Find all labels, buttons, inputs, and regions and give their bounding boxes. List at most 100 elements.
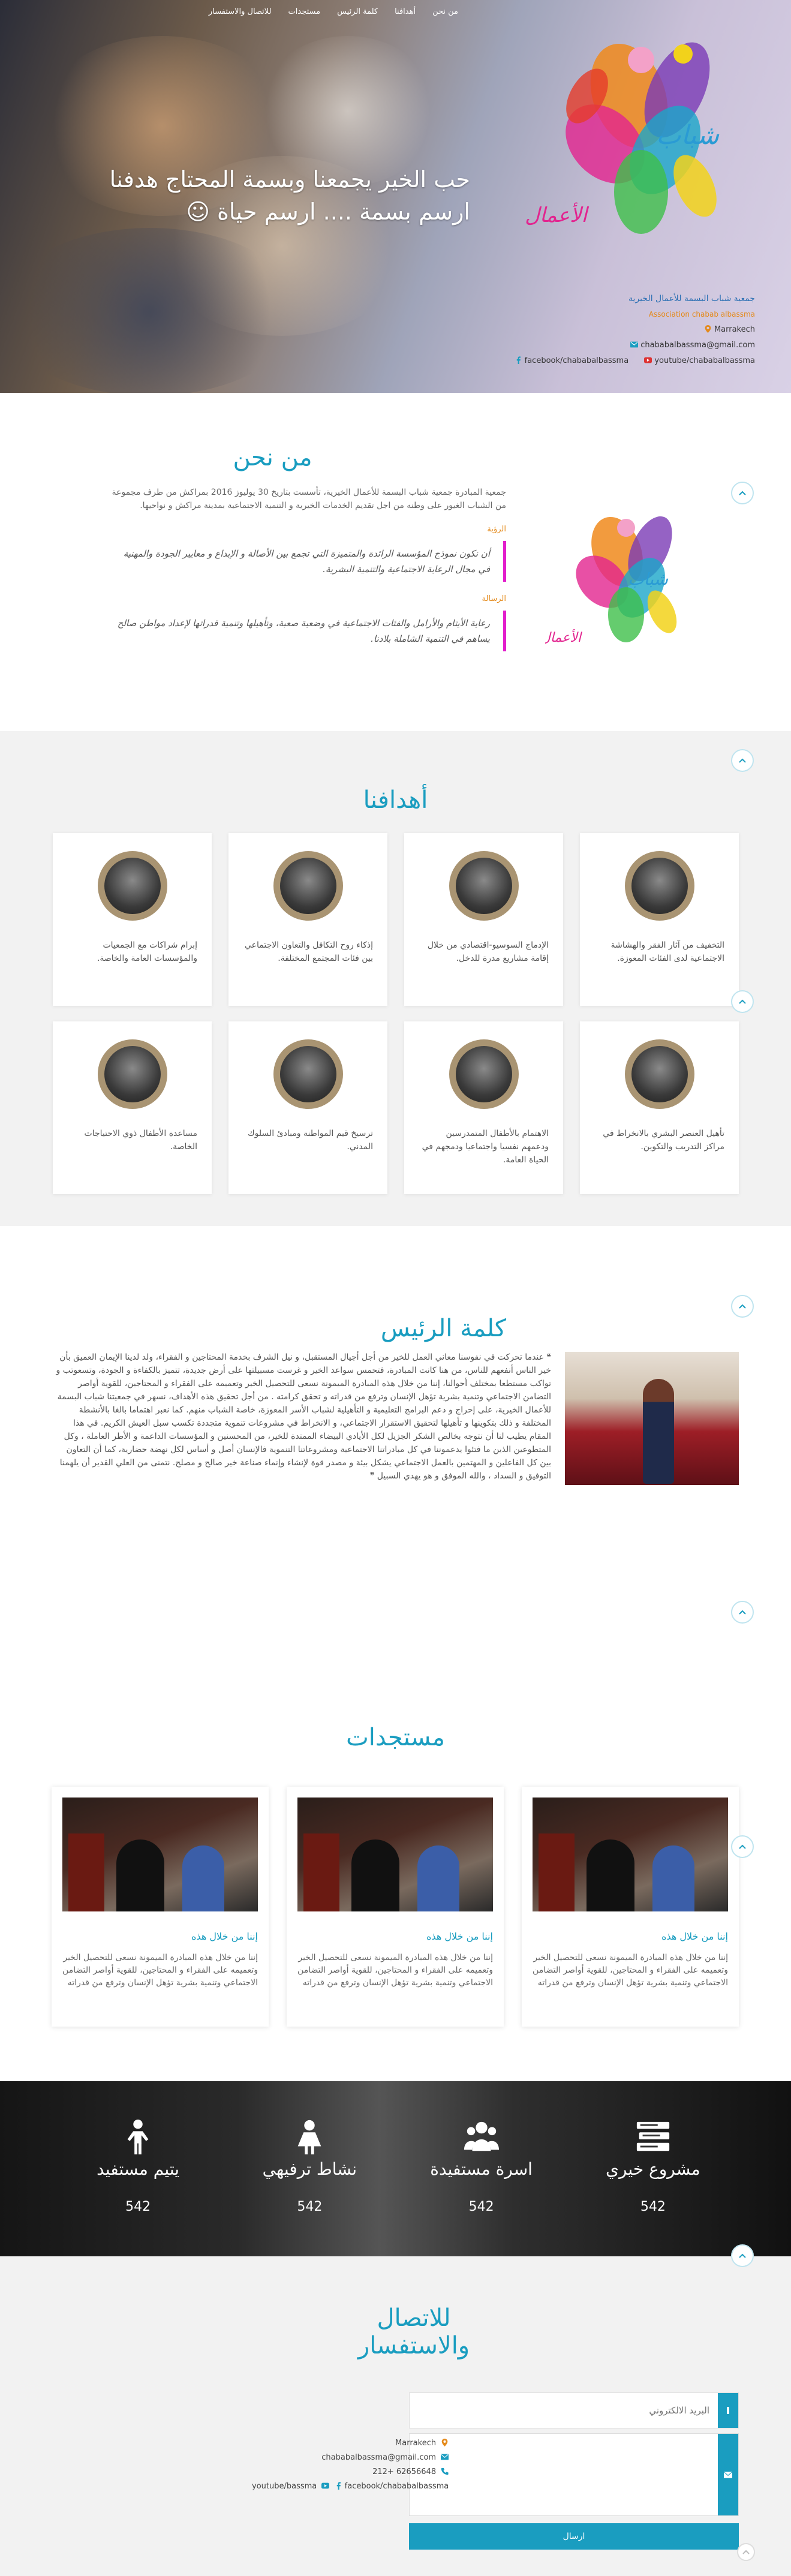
scroll-up-button[interactable] [731,749,754,772]
nav-item-goals[interactable]: أهدافنا [395,7,416,16]
stat-value: 542 [468,2199,494,2214]
scroll-up-button[interactable] [731,990,754,1013]
city-row: Marrakech [512,322,755,338]
scroll-up-button[interactable] [737,2543,755,2561]
about-intro: جمعية المبادرة جمعية شباب البسمة للأعمال… [112,488,506,510]
contact-youtube-link[interactable]: youtube/bassma [252,2482,317,2491]
goal-card: التخفيف من آثار الفقر والهشاشة الاجتماعي… [580,833,739,1006]
news-section: مستجدات إننا من خلال هذه إننا من خلال هذ… [0,1658,791,2081]
youtube-link[interactable]: youtube/chababalbassma [654,356,755,365]
goal-card: إذكاء روح التكافل والتعاون الاجتماعي بين… [228,833,387,1006]
chevron-up-icon [739,758,746,763]
send-button[interactable]: ارسال [409,2523,739,2550]
envelope-icon [630,341,639,348]
youtube-row: youtube/chababalbassma [642,353,755,369]
message-field-wrap [409,2433,739,2516]
about-content: جمعية المبادرة جمعية شباب البسمة للأعمال… [110,486,506,651]
chevron-up-icon [742,2550,750,2554]
president-section: كلمة الرئيس ❝ عندما تحركت في نفوسنا معان… [0,1226,791,1658]
association-logo: شباب الأعمال الخيرية [521,42,720,234]
nav-item-about[interactable]: من نحن [432,7,458,16]
chevron-up-icon [739,1304,746,1309]
stat-item: يتيم مستفيد 542 [52,2118,224,2214]
contact-email-row: chababalbassma@gmail.com [252,2451,449,2465]
svg-text:شباب: شباب [656,120,720,151]
president-photo [565,1352,739,1485]
goal-photo [624,851,694,921]
news-card[interactable]: إننا من خلال هذه إننا من خلال هذه المباد… [287,1787,504,2027]
facebook-link[interactable]: facebook/chababalbassma [525,356,629,365]
news-photo [297,1798,493,1911]
contact-phone: 212+ 62656648 [372,2467,437,2476]
goal-text: التخفيف من آثار الفقر والهشاشة الاجتماعي… [610,940,724,963]
mission-label: الرسالة [482,594,506,603]
hero-banner: من نحن أهدافنا كلمة الرئيس مستجدات للاتص… [0,0,791,393]
contact-city: Marrakech [395,2439,437,2448]
association-logo-small: شباب الأعمال الخيرية [545,516,677,645]
email-link[interactable]: chababalbassma@gmail.com [640,341,755,350]
phone-icon [441,2467,449,2475]
scroll-up-button[interactable] [731,1601,754,1624]
email-field[interactable] [410,2393,718,2428]
scroll-up-button[interactable] [731,482,754,504]
news-grid: إننا من خلال هذه إننا من خلال هذه المباد… [52,1787,739,2027]
goal-card: مساعدة الأطفال ذوي الاحتياجات الخاصة. [53,1021,212,1194]
goals-section: أهدافنا التخفيف من آثار الفقر والهشاشة ا… [0,731,791,1226]
news-photo [533,1798,728,1911]
nav-item-news[interactable]: مستجدات [288,7,321,16]
scroll-up-button[interactable] [731,2244,754,2267]
about-section: من نحن جمعية المبادرة جمعية شباب البسمة … [0,393,791,731]
nav-item-president[interactable]: كلمة الرئيس [337,7,378,16]
news-card-title[interactable]: إننا من خلال هذه [533,1931,728,1942]
goal-text: إبرام شراكات مع الجمعيات والمؤسسات العام… [97,940,197,963]
contact-social-row: youtube/bassma facebook/chababalbassma [252,2479,449,2494]
news-card[interactable]: إننا من خلال هذه إننا من خلال هذه المباد… [522,1787,739,2027]
family-icon [464,2121,499,2151]
news-card-title[interactable]: إننا من خلال هذه [62,1931,258,1942]
president-message: ❝ عندما تحركت في نفوسنا معاني العمل للخي… [56,1352,551,1481]
goal-text: الاهتمام بالأطفال المتمدرسين ودعمهم نفسي… [422,1129,549,1165]
chevron-up-icon [739,1610,746,1615]
child-icon [127,2119,149,2155]
stat-item: مشروع خيري 542 [567,2118,739,2214]
stat-label: اسرة مستفيدة [430,2159,533,2179]
contact-facebook-link[interactable]: facebook/chababalbassma [345,2482,449,2491]
goal-photo [273,1039,343,1109]
city-text: Marrakech [714,325,755,334]
info-icon [727,2407,729,2414]
stat-item: اسرة مستفيدة 542 [396,2118,567,2214]
stat-label: مشروع خيري [606,2159,700,2179]
news-title: مستجدات [346,1724,445,1751]
contact-email-link[interactable]: chababalbassma@gmail.com [321,2453,436,2462]
stats-grid: مشروع خيري 542 اسرة مستفيدة 542 نشاط ترف… [52,2118,739,2214]
news-card-text: إننا من خلال هذه المبادرة الميمونة نسعى … [533,1953,728,1988]
goal-text: مساعدة الأطفال ذوي الاحتياجات الخاصة. [84,1129,197,1152]
president-title: كلمة الرئيس [380,1315,506,1342]
scroll-up-button[interactable] [731,1835,754,1858]
facebook-icon[interactable] [335,2482,342,2490]
goals-grid: التخفيف من آثار الفقر والهشاشة الاجتماعي… [52,833,739,1194]
nav-item-contact[interactable]: للاتصال والاستفسار [209,7,272,16]
stat-item: نشاط ترفيهي 542 [224,2118,395,2214]
contact-city-row: Marrakech [252,2436,449,2451]
scroll-up-button[interactable] [731,1295,754,1318]
stat-value: 542 [125,2199,151,2214]
social-row: youtube/chababalbassma facebook/chababal… [512,353,755,369]
goal-text: تأهيل العنصر البشري بالانخراط في مراكز ا… [603,1129,724,1152]
facebook-row: facebook/chababalbassma [512,353,629,369]
hero-title: حب الخير يجمعنا وبسمة المحتاج هدفنا ارسم… [110,163,470,228]
envelope-icon [724,2471,732,2478]
contact-title: للاتصال والاستفسار [357,2304,470,2359]
news-card[interactable]: إننا من خلال هذه إننا من خلال هذه المباد… [52,1787,269,2027]
goal-card: تأهيل العنصر البشري بالانخراط في مراكز ا… [580,1021,739,1194]
contact-form: ارسال [409,2392,739,2550]
goal-card: إبرام شراكات مع الجمعيات والمؤسسات العام… [53,833,212,1006]
email-field-wrap [409,2392,739,2428]
stat-label: يتيم مستفيد [97,2159,180,2179]
message-field[interactable] [410,2434,718,2515]
goals-title: أهدافنا [363,786,428,814]
hero-contact-info: جمعية شباب البسمة للأعمال الخيرية Associ… [512,291,755,369]
facebook-icon [516,356,521,364]
vision-label: الرؤية [487,525,506,534]
news-card-title[interactable]: إننا من خلال هذه [297,1931,493,1942]
